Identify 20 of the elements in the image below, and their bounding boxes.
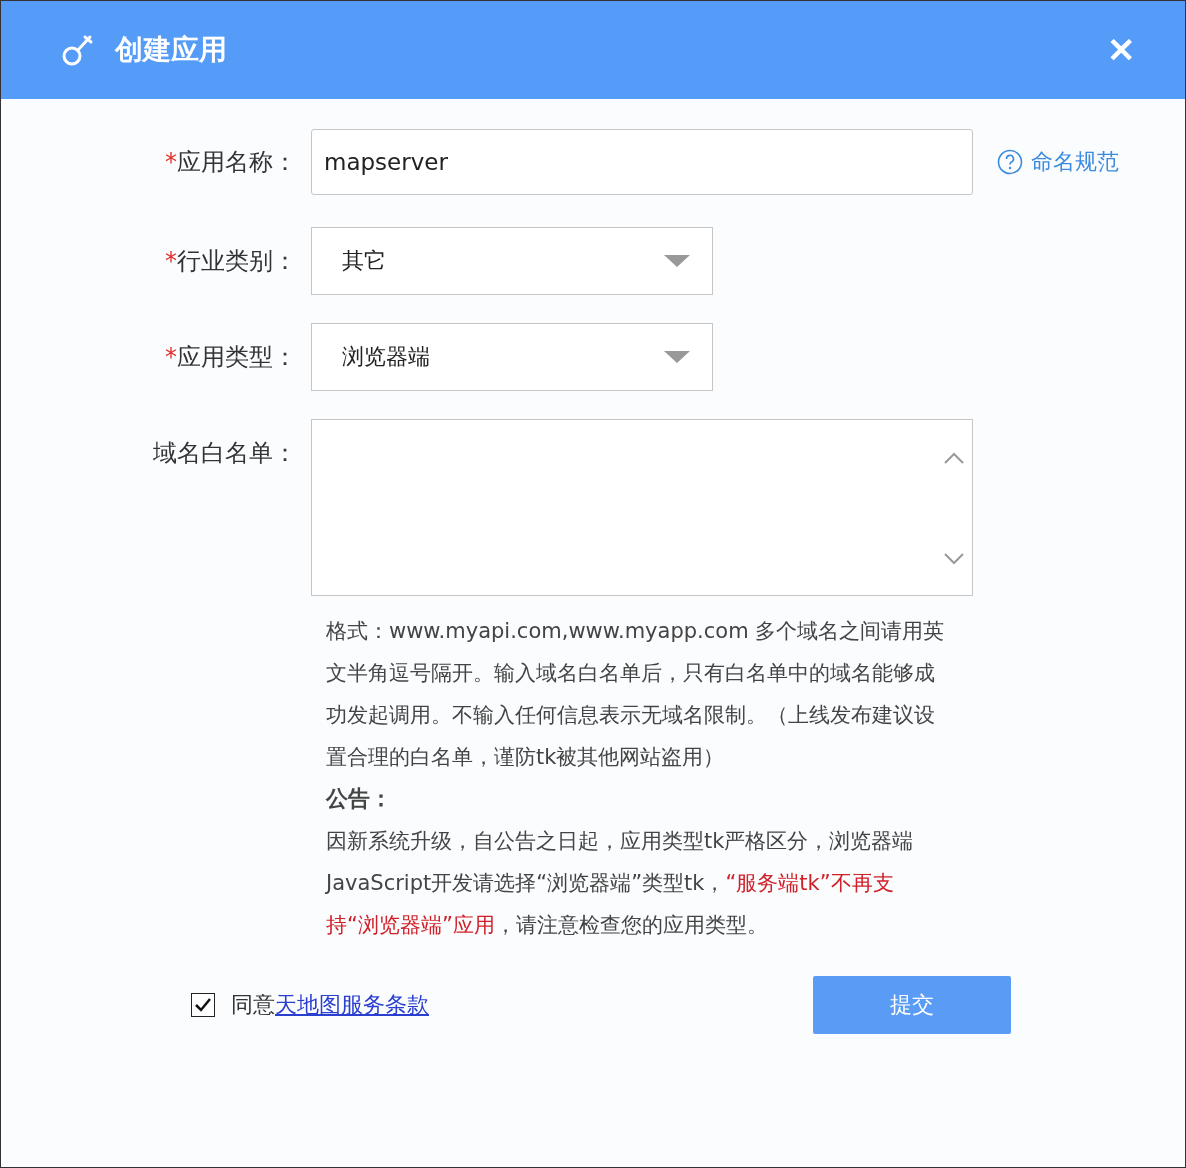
field-label: *应用类型：	[164, 342, 298, 373]
agree-checkbox[interactable]	[191, 993, 215, 1017]
notice-title: 公告：	[326, 785, 393, 813]
terms-link[interactable]: 天地图服务条款	[275, 990, 429, 1020]
dropdown[interactable]: 其它	[311, 227, 713, 295]
dropdown-caret-icon	[664, 255, 690, 267]
agree-label: 同意	[231, 991, 275, 1019]
field-label: *行业类别：	[164, 246, 298, 277]
scroll-up-icon[interactable]	[944, 452, 964, 464]
notice-text: 因新系统升级，自公告之日起，应用类型tk严格区分，浏览器端JavaScript开发请选择“浏览器端”类型tk，“服务端tk”不再支持“浏览器端”应用，请注意检查您的应用类型。	[326, 828, 915, 939]
help-icon	[997, 149, 1023, 175]
window-title: 创建应用	[115, 32, 228, 68]
hint-text: 格式：www.myapi.com,www.myapp.com 多个域名之间请用英文半角逗号隔开。输入域名白名单后，只有白名单中的域名能够成功发起调用。不输入任何信息表示无域名限制。（上线发布建议设置合理的白名单，谨防tk被其他网站盗用）	[326, 618, 946, 771]
scroll-down-icon[interactable]	[944, 553, 964, 565]
dropdown[interactable]: 浏览器端	[311, 323, 713, 391]
dropdown-caret-icon	[664, 351, 690, 363]
key-icon	[61, 33, 95, 67]
input-field[interactable]: mapserver	[311, 129, 973, 195]
field-label: *应用名称：	[164, 147, 298, 178]
field-label: 域名白名单：	[152, 438, 298, 469]
